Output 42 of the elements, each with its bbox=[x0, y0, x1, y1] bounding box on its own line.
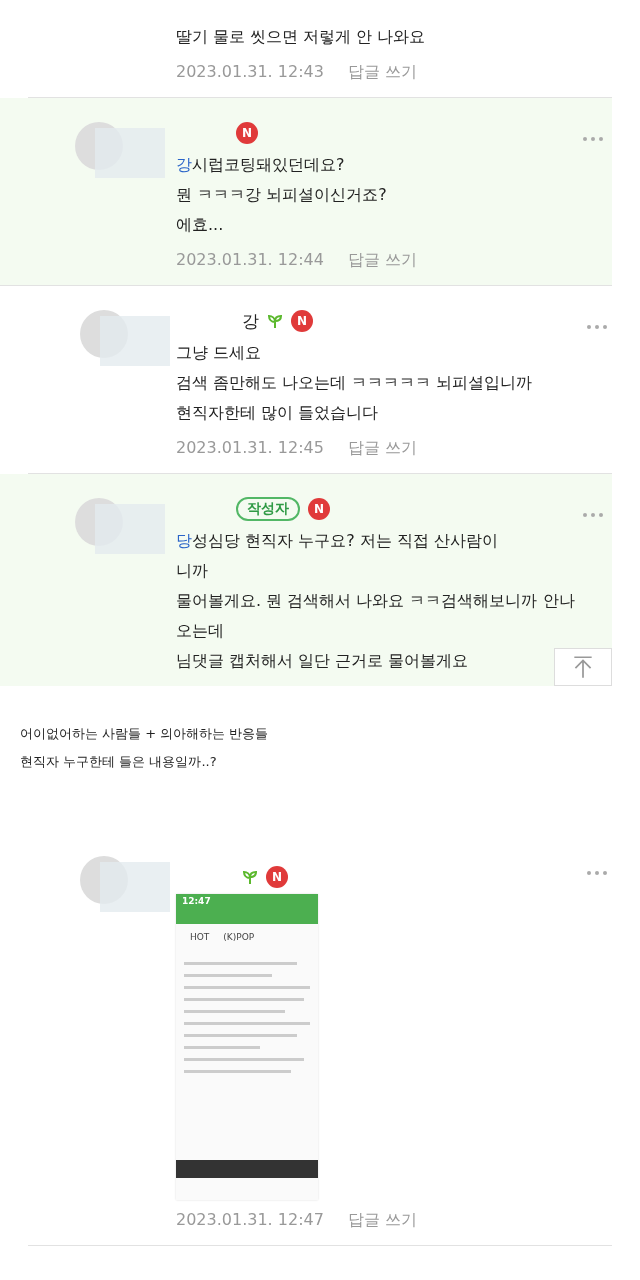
caption-text: 현직자 누구한테 들은 내용일까..? bbox=[20, 753, 218, 771]
nickname: 강 bbox=[242, 309, 259, 333]
comment-text: 에효... bbox=[176, 214, 224, 236]
comment-date: 2023.01.31. 12:47 bbox=[176, 1210, 324, 1231]
comment-text: 딸기 물로 씻으면 저렇게 안 나와요 bbox=[176, 26, 426, 48]
comment-text: 물어볼게요. 뭔 검색해서 나와요 ㅋㅋ검색해보니까 안나 bbox=[176, 590, 575, 612]
blurred-nickname bbox=[95, 128, 165, 178]
blurred-nickname bbox=[100, 316, 170, 366]
reply-link[interactable]: 답글 쓰기 bbox=[347, 438, 417, 459]
comment-text: 당성심당 현직자 누구요? 저는 직접 산사람이 bbox=[176, 530, 498, 552]
comment-text: 검색 좀만해도 나오는데 ㅋㅋㅋㅋㅋ 뇌피셜입니까 bbox=[176, 372, 533, 394]
new-badge: N bbox=[236, 122, 258, 144]
comment-date: 2023.01.31. 12:44 bbox=[176, 250, 324, 271]
status-time: 12:47 bbox=[182, 896, 211, 906]
tab-label: HOT bbox=[190, 932, 210, 942]
comment-text: 오는데 bbox=[176, 620, 224, 642]
comment-text: 니까 bbox=[176, 560, 208, 582]
comment-text: 그냥 드세요 bbox=[176, 342, 262, 364]
reply-link[interactable]: 답글 쓰기 bbox=[347, 62, 417, 83]
comment-date: 2023.01.31. 12:45 bbox=[176, 438, 324, 459]
more-icon[interactable] bbox=[586, 324, 608, 330]
more-icon[interactable] bbox=[586, 870, 608, 876]
new-badge: N bbox=[308, 498, 330, 520]
comment-text: 님댓글 캡처해서 일단 근거로 물어볼게요 bbox=[176, 650, 469, 672]
comment-text: 강시럽코팅돼있던데요? bbox=[176, 154, 345, 176]
sprout-icon bbox=[242, 869, 258, 885]
comment-text: 현직자한테 많이 들었습니다 bbox=[176, 402, 379, 424]
blurred-nickname bbox=[100, 862, 170, 912]
caption-text: 어이없어하는 사람들 + 의아해하는 반응들 bbox=[20, 725, 270, 743]
reply-link[interactable]: 답글 쓰기 bbox=[347, 1210, 417, 1231]
scroll-top-button[interactable] bbox=[554, 648, 612, 686]
comment-text: 뭔 ㅋㅋㅋ강 뇌피셜이신거죠? bbox=[176, 184, 387, 206]
reply-link[interactable]: 답글 쓰기 bbox=[347, 250, 417, 271]
sprout-icon bbox=[267, 313, 283, 329]
comment-date: 2023.01.31. 12:43 bbox=[176, 62, 324, 83]
tab-label: (K)POP bbox=[223, 932, 255, 942]
blurred-nickname bbox=[95, 504, 165, 554]
more-icon[interactable] bbox=[582, 136, 604, 142]
author-badge: 작성자 bbox=[236, 497, 300, 521]
new-badge: N bbox=[266, 866, 288, 888]
new-badge: N bbox=[291, 310, 313, 332]
more-icon[interactable] bbox=[582, 512, 604, 518]
